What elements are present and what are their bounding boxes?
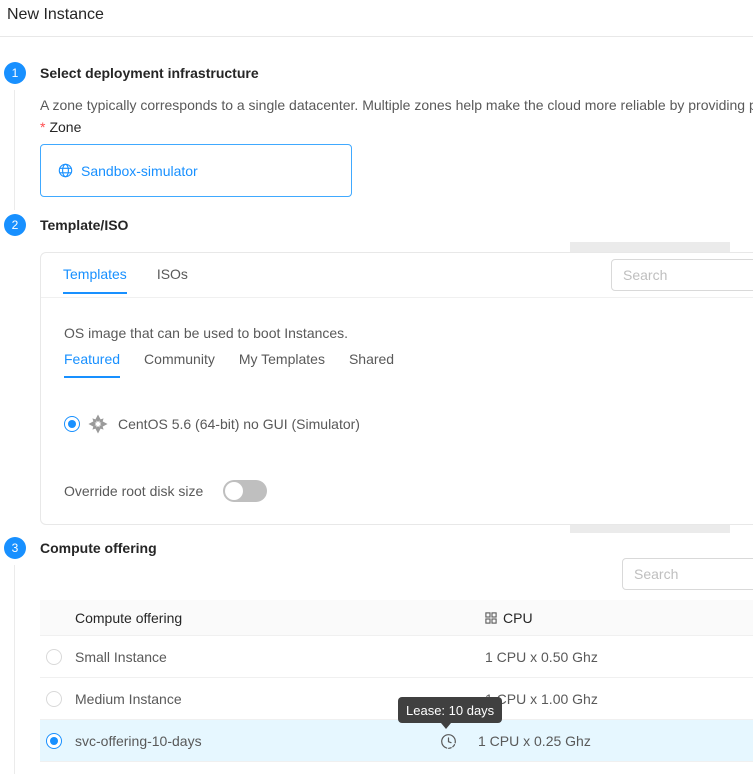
override-toggle[interactable] xyxy=(223,480,267,502)
step-2-badge: 2 xyxy=(4,214,26,236)
step-1-title: Select deployment infrastructure xyxy=(40,65,259,81)
page-title: New Instance xyxy=(7,6,104,24)
required-marker: * xyxy=(40,119,45,135)
offering-name: svc-offering-10-days xyxy=(75,733,202,749)
override-label: Override root disk size xyxy=(64,483,203,499)
offering-table-header: Compute offering CPU xyxy=(40,600,753,636)
title-divider xyxy=(0,36,753,37)
column-cpu-label: CPU xyxy=(503,610,533,626)
column-compute-offering: Compute offering xyxy=(75,610,182,626)
new-instance-page: New Instance 1 Select deployment infrast… xyxy=(0,0,753,774)
lease-clock-icon[interactable] xyxy=(440,733,457,750)
offering-search-input[interactable] xyxy=(622,558,753,590)
override-root-disk-row: Override root disk size xyxy=(64,478,267,504)
zone-name: Sandbox-simulator xyxy=(81,163,198,179)
step-3-title: Compute offering xyxy=(40,540,157,556)
offering-row-svc-10-days[interactable]: svc-offering-10-days 1 CPU x 0.25 Ghz xyxy=(40,720,753,762)
step-1-badge: 1 xyxy=(4,62,26,84)
os-image-description: OS image that can be used to boot Instan… xyxy=(64,325,348,341)
globe-icon xyxy=(58,163,73,178)
tab-templates[interactable]: Templates xyxy=(63,253,127,294)
template-iso-card: Templates ISOs OS image that can be used… xyxy=(40,252,753,525)
template-option-row[interactable]: CentOS 5.6 (64-bit) no GUI (Simulator) xyxy=(64,411,360,437)
offering-cpu: 1 CPU x 0.25 Ghz xyxy=(478,733,591,749)
tab-isos[interactable]: ISOs xyxy=(157,253,188,294)
offering-name: Medium Instance xyxy=(75,691,182,707)
offering-radio-small[interactable] xyxy=(46,649,62,665)
tab-my-templates[interactable]: My Templates xyxy=(239,351,325,378)
offering-row-small[interactable]: Small Instance 1 CPU x 0.50 Ghz xyxy=(40,636,753,678)
template-search-input[interactable] xyxy=(611,259,753,291)
grid-icon xyxy=(485,612,497,624)
template-filter-tabs: Featured Community My Templates Shared xyxy=(64,351,418,378)
template-radio[interactable] xyxy=(64,416,80,432)
offering-name: Small Instance xyxy=(75,649,167,665)
lease-tooltip-arrow xyxy=(441,723,451,729)
step-3-badge: 3 xyxy=(4,537,26,559)
template-name: CentOS 5.6 (64-bit) no GUI (Simulator) xyxy=(118,416,360,432)
timeline-connector xyxy=(14,565,15,774)
tabbar-divider xyxy=(41,297,753,298)
offering-cpu: 1 CPU x 0.50 Ghz xyxy=(485,649,598,665)
lease-tooltip: Lease: 10 days xyxy=(398,697,502,723)
zone-field-label: *Zone xyxy=(40,119,81,135)
zone-description: A zone typically corresponds to a single… xyxy=(40,97,753,113)
tab-community[interactable]: Community xyxy=(144,351,215,378)
centos-logo-icon xyxy=(87,413,109,435)
template-iso-tabs: Templates ISOs xyxy=(63,253,218,294)
offering-row-medium[interactable]: Medium Instance 1 CPU x 1.00 Ghz xyxy=(40,678,753,720)
step-2-title: Template/ISO xyxy=(40,217,128,233)
tab-shared[interactable]: Shared xyxy=(349,351,394,378)
column-cpu: CPU xyxy=(485,610,533,626)
timeline-connector xyxy=(14,90,15,210)
offering-radio-svc[interactable] xyxy=(46,733,62,749)
zone-select-card[interactable]: Sandbox-simulator xyxy=(40,144,352,197)
zone-label-text: Zone xyxy=(49,119,81,135)
offering-radio-medium[interactable] xyxy=(46,691,62,707)
tab-featured[interactable]: Featured xyxy=(64,351,120,378)
